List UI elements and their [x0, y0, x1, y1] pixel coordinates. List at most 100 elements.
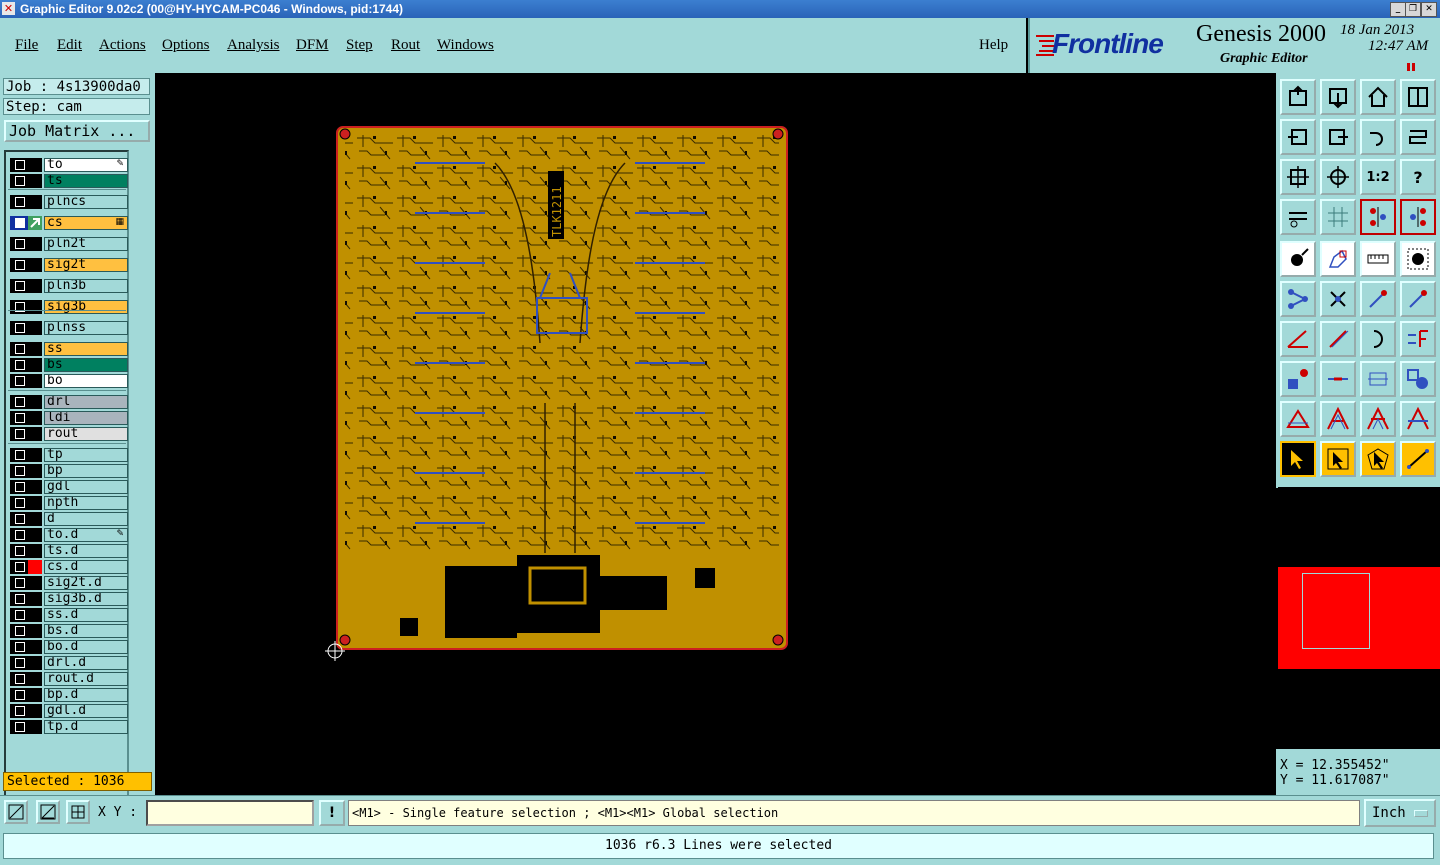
layer-visibility-cell[interactable] [10, 544, 42, 558]
overview-map[interactable] [1278, 487, 1440, 749]
layer-visibility-cell[interactable] [10, 195, 42, 209]
layer-checkbox[interactable] [15, 562, 25, 572]
fit-screen-icon[interactable] [1280, 159, 1316, 195]
layer-name[interactable]: plnss [44, 321, 128, 335]
layer-checkbox[interactable] [15, 323, 25, 333]
split-line-icon[interactable] [1320, 361, 1356, 397]
select-net-icon[interactable] [1400, 441, 1436, 477]
layer-row-to[interactable]: to ✎ [10, 158, 128, 172]
layer-checkbox[interactable] [15, 578, 25, 588]
layer-checkbox[interactable] [15, 498, 25, 508]
layer-name[interactable]: pln2t [44, 237, 128, 251]
break-lines-icon[interactable] [1400, 321, 1436, 357]
layer-name[interactable]: to ✎ [44, 158, 128, 172]
layer-row-rout-d[interactable]: rout.d [10, 672, 128, 686]
layer-visibility-cell[interactable] [10, 672, 42, 686]
layer-name[interactable]: drl [44, 395, 128, 409]
layer-name[interactable]: drl.d [44, 656, 128, 670]
layer-name[interactable]: cs.d [44, 560, 128, 574]
layer-row-pln2t[interactable]: pln2t [10, 237, 128, 251]
layer-row-plnss[interactable]: plnss [10, 321, 128, 335]
layer-row-cs[interactable]: cs ▦ [10, 216, 128, 230]
layer-checkbox[interactable] [15, 197, 25, 207]
layer-checkbox[interactable] [15, 706, 25, 716]
layer-visibility-cell[interactable] [10, 395, 42, 409]
home-icon[interactable] [1360, 79, 1396, 115]
layer-checkbox[interactable] [15, 594, 25, 604]
layer-row-ss[interactable]: ss [10, 342, 128, 356]
layer-visibility-cell[interactable] [10, 592, 42, 606]
layer-name[interactable]: bo [44, 374, 128, 388]
snap-grid-icon[interactable] [4, 800, 28, 824]
settings-icon[interactable] [1280, 199, 1316, 235]
measure-icon[interactable] [1360, 361, 1396, 397]
pause-icon[interactable] [1406, 59, 1416, 71]
layer-row-drl-d[interactable]: drl.d [10, 656, 128, 670]
layer-checkbox[interactable] [15, 344, 25, 354]
restore-icon[interactable]: ❐ [1405, 2, 1421, 17]
layer-row-gdl[interactable]: gdl [10, 480, 128, 494]
warning-icon[interactable]: ! [319, 800, 345, 826]
layer-row-bo[interactable]: bo [10, 374, 128, 388]
layer-name[interactable]: bs [44, 358, 128, 372]
menu-edit[interactable]: Edit [57, 37, 82, 54]
layer-checkbox[interactable] [15, 360, 25, 370]
layer-name[interactable]: cs ▦ [44, 216, 128, 230]
layer-name[interactable]: sig3b.d [44, 592, 128, 606]
layer-visibility-cell[interactable] [10, 427, 42, 441]
graphic-canvas[interactable]: TLK1211 [155, 73, 1276, 795]
close-icon[interactable]: ✕ [1421, 2, 1437, 17]
chamfer-icon[interactable] [1400, 401, 1436, 437]
layer-checkbox[interactable] [15, 610, 25, 620]
layer-visibility-cell[interactable] [10, 576, 42, 590]
layer-row-ldi[interactable]: ldi [10, 411, 128, 425]
layer-row-sig2t-d[interactable]: sig2t.d [10, 576, 128, 590]
layer-name[interactable]: sig2t [44, 258, 128, 272]
layer-checkbox[interactable] [15, 176, 25, 186]
zoom-down-icon[interactable] [1320, 79, 1356, 115]
layer-name[interactable]: ts [44, 174, 128, 188]
layer-row-bp-d[interactable]: bp.d [10, 688, 128, 702]
layer-visibility-cell[interactable] [10, 496, 42, 510]
layer-visibility-cell[interactable] [10, 258, 42, 272]
arch-icon[interactable] [1360, 401, 1396, 437]
layer-name[interactable]: to.d ✎ [44, 528, 128, 542]
layer-row-gdl-d[interactable]: gdl.d [10, 704, 128, 718]
layer-visibility-cell[interactable] [10, 608, 42, 622]
layer-visibility-cell[interactable] [10, 342, 42, 356]
menu-rout[interactable]: Rout [391, 37, 420, 54]
menu-dfm[interactable]: DFM [296, 37, 329, 54]
layer-checkbox[interactable] [15, 642, 25, 652]
layer-name[interactable]: bs.d [44, 624, 128, 638]
layer-row-sig2t[interactable]: sig2t [10, 258, 128, 272]
layer-checkbox[interactable] [15, 466, 25, 476]
layer-visibility-cell[interactable] [10, 704, 42, 718]
add-surface-icon[interactable] [1320, 241, 1356, 277]
peak-icon[interactable] [1320, 401, 1356, 437]
layer-visibility-cell[interactable] [10, 279, 42, 293]
copy-features-icon[interactable] [1400, 361, 1436, 397]
layer-checkbox[interactable] [15, 482, 25, 492]
layer-visibility-cell[interactable] [10, 300, 42, 314]
layer-row-ts-d[interactable]: ts.d [10, 544, 128, 558]
layer-row-tp[interactable]: tp [10, 448, 128, 462]
layer-checkbox[interactable] [15, 658, 25, 668]
layer-name[interactable]: gdl.d [44, 704, 128, 718]
layer-row-d[interactable]: d [10, 512, 128, 526]
layer-name[interactable]: ldi [44, 411, 128, 425]
layer-name[interactable]: plncs [44, 195, 128, 209]
select-polygon-icon[interactable] [1360, 441, 1396, 477]
layer-visibility-cell[interactable] [10, 237, 42, 251]
snap-mode-icon[interactable] [1360, 199, 1396, 235]
layer-checkbox[interactable] [15, 260, 25, 270]
layer-row-bp[interactable]: bp [10, 464, 128, 478]
connect-nodes-icon[interactable] [1280, 281, 1316, 317]
select-window-icon[interactable] [1320, 441, 1356, 477]
scale-1to2-button[interactable]: 1:2 [1360, 159, 1396, 195]
menu-analysis[interactable]: Analysis [227, 37, 280, 54]
move-vertex-icon[interactable] [1360, 281, 1396, 317]
layer-visibility-cell[interactable] [10, 656, 42, 670]
triangle-icon[interactable] [1280, 401, 1316, 437]
zoom-center-icon[interactable] [1320, 159, 1356, 195]
menu-step[interactable]: Step [346, 37, 373, 54]
